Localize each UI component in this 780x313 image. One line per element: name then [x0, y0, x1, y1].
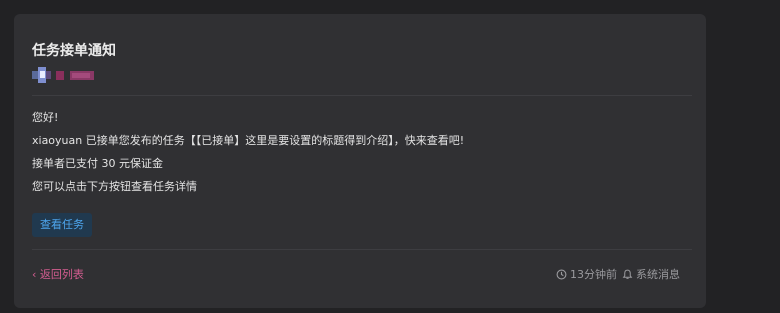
footer-divider: [32, 249, 692, 250]
message-category-label: 系统消息: [636, 268, 680, 281]
notification-title: 任务接单通知: [32, 43, 116, 59]
sender-avatar: [32, 67, 94, 83]
back-to-list-link[interactable]: ‹ 返回列表: [32, 266, 84, 282]
header-divider: [32, 95, 692, 96]
clock-icon: [556, 269, 567, 279]
time-ago: 13分钟前: [556, 266, 617, 282]
notification-card: 任务接单通知 您好! xiaoyuan 已接单您发布的任务【【已接单】这里是要设…: [14, 14, 706, 308]
instruction-text: 您可以点击下方按钮查看任务详情: [32, 180, 197, 193]
deposit-text: 接单者已支付 30 元保证金: [32, 157, 163, 170]
view-task-button[interactable]: 查看任务: [32, 213, 92, 237]
time-ago-label: 13分钟前: [570, 268, 617, 281]
task-accepted-text: xiaoyuan 已接单您发布的任务【【已接单】这里是要设置的标题得到介绍】，快…: [32, 134, 465, 147]
bell-icon: [622, 269, 633, 279]
message-category: 系统消息: [622, 266, 680, 282]
greeting-text: 您好!: [32, 111, 59, 124]
